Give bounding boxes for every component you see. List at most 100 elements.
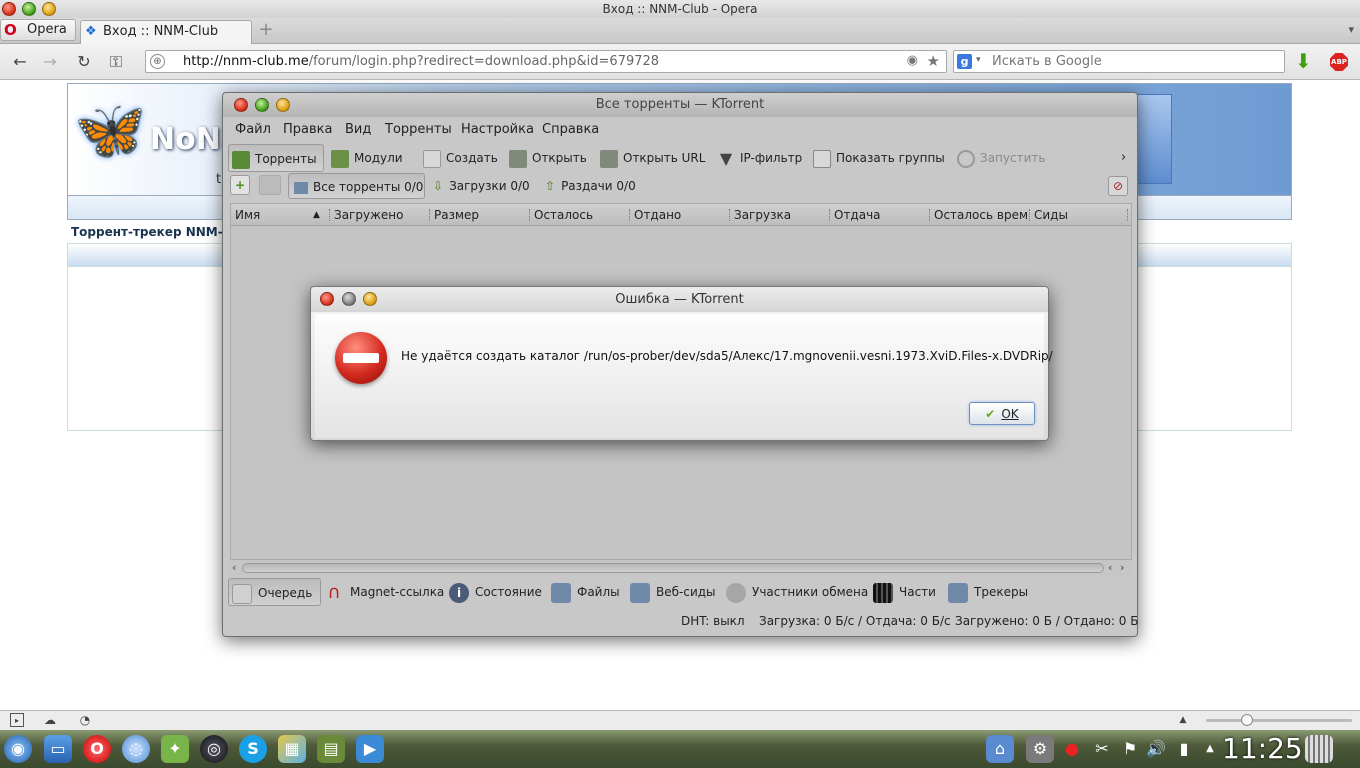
remove-group-button[interactable]: [259, 175, 281, 195]
dialog-close-button[interactable]: [320, 292, 334, 306]
scroll-left-icon[interactable]: ‹: [1108, 561, 1112, 574]
dialog-maximize-button[interactable]: [342, 292, 356, 306]
group-seeds[interactable]: ⇧ Раздачи 0/0: [545, 173, 636, 199]
dialog-minimize-button[interactable]: [363, 292, 377, 306]
home-folder-icon[interactable]: ⌂: [986, 735, 1014, 763]
browser-toolbar: ← → ↻ ⚿ ⊕ http://nnm-club.me/forum/login…: [0, 44, 1360, 80]
android-icon[interactable]: ✦: [161, 735, 189, 763]
group-downloads[interactable]: ⇩ Загрузки 0/0: [433, 173, 530, 199]
video-editor-icon[interactable]: ▤: [317, 735, 345, 763]
search-box[interactable]: g ▾: [953, 50, 1285, 73]
clock[interactable]: 11:25: [1222, 732, 1303, 766]
download-arrow-icon[interactable]: ⬇: [1295, 51, 1312, 71]
kt-minimize-button[interactable]: [276, 98, 290, 112]
media-player-icon[interactable]: ▶: [356, 735, 384, 763]
tab-webseeds[interactable]: Веб-сиды: [630, 578, 716, 606]
tray-expand-icon[interactable]: ▲: [1196, 735, 1224, 763]
tab-list-chevron-icon[interactable]: ▾: [1348, 23, 1354, 36]
menu-file[interactable]: Файл: [235, 122, 271, 137]
file-manager-icon[interactable]: ▭: [44, 735, 72, 763]
start-menu-icon[interactable]: ◉: [4, 735, 32, 763]
forward-button[interactable]: →: [40, 52, 60, 72]
col-up-speed[interactable]: Отдача: [830, 204, 926, 226]
maximize-window-button[interactable]: [22, 2, 36, 16]
zoom-up-icon[interactable]: ▲: [1176, 713, 1190, 727]
url-text[interactable]: http://nnm-club.me/forum/login.php?redir…: [183, 51, 659, 72]
search-input[interactable]: [992, 52, 1272, 71]
camera-lens-icon[interactable]: ◎: [200, 735, 228, 763]
battery-icon[interactable]: ▮: [1170, 735, 1198, 763]
tab-magnet[interactable]: ∩ Magnet-ссылка: [324, 578, 444, 606]
modules-button[interactable]: Модули: [331, 144, 403, 172]
opera-taskbar-icon[interactable]: O: [83, 735, 111, 763]
open-url-button[interactable]: Открыть URL: [600, 144, 705, 172]
bookmark-star-icon[interactable]: ★: [927, 52, 940, 70]
menu-edit[interactable]: Правка: [283, 122, 332, 137]
add-group-button[interactable]: +: [230, 175, 250, 195]
google-icon[interactable]: g: [957, 54, 972, 69]
office-apps-icon[interactable]: ▦: [278, 735, 306, 763]
tab-nnm-club[interactable]: ❖ Вход :: NNM-Club: [80, 20, 252, 44]
show-desktop-icon[interactable]: [1305, 735, 1333, 763]
menu-view[interactable]: Вид: [345, 122, 371, 137]
create-button[interactable]: Создать: [423, 144, 498, 172]
col-down-speed[interactable]: Загрузка: [730, 204, 826, 226]
col-seeders[interactable]: Сиды: [1030, 204, 1126, 226]
rss-icon[interactable]: ◉: [907, 53, 918, 68]
key-icon[interactable]: ⚿: [106, 52, 126, 72]
opera-menu-button[interactable]: O Opera: [0, 19, 76, 41]
menu-settings[interactable]: Настройка: [461, 122, 534, 137]
col-uploaded[interactable]: Отдано: [630, 204, 726, 226]
network-tray-icon[interactable]: ⚙: [1026, 735, 1054, 763]
ok-button[interactable]: ✔ OK: [969, 402, 1035, 425]
menu-help[interactable]: Справка: [542, 122, 599, 137]
menu-torrents[interactable]: Торренты: [385, 122, 452, 137]
torrents-button[interactable]: Торренты: [228, 144, 324, 172]
browser-taskbar-icon[interactable]: ◌: [122, 735, 150, 763]
ip-filter-button[interactable]: ▼ IP-фильтр: [717, 144, 802, 172]
tab-status[interactable]: i Состояние: [449, 578, 542, 606]
zoom-slider-handle[interactable]: [1241, 714, 1253, 726]
col-size[interactable]: Размер: [430, 204, 526, 226]
tab-chunks[interactable]: Части: [873, 578, 936, 606]
tab-peers[interactable]: Участники обмена: [726, 578, 868, 606]
tab-files[interactable]: Файлы: [551, 578, 620, 606]
back-button[interactable]: ←: [10, 52, 30, 72]
scroll-right-icon[interactable]: ›: [1120, 561, 1124, 574]
scroll-left-icon[interactable]: ‹: [232, 561, 236, 574]
group-all-torrents[interactable]: Все торренты 0/0: [288, 173, 425, 199]
skype-icon[interactable]: S: [239, 735, 267, 763]
tab-queue[interactable]: Очередь: [228, 578, 322, 606]
col-name[interactable]: Имя ▲: [231, 204, 327, 226]
address-bar[interactable]: ⊕ http://nnm-club.me/forum/login.php?red…: [145, 50, 947, 73]
horizontal-scrollbar[interactable]: ‹ ‹ ›: [230, 560, 1132, 576]
show-groups-button[interactable]: Показать группы: [813, 144, 945, 172]
start-button[interactable]: Запустить: [957, 144, 1045, 172]
new-tab-button[interactable]: +: [257, 21, 275, 40]
site-info-icon[interactable]: ⊕: [150, 54, 165, 69]
zoom-slider[interactable]: [1206, 719, 1352, 722]
us-flag-keyboard-icon[interactable]: ⚑: [1116, 735, 1144, 763]
col-time-left[interactable]: Осталось време: [930, 204, 1028, 226]
tab-trackers[interactable]: Трекеры: [948, 578, 1028, 606]
volume-icon[interactable]: 🔊: [1142, 735, 1170, 763]
adblock-icon[interactable]: ABP: [1330, 53, 1348, 71]
cloud-icon[interactable]: ☁: [43, 713, 57, 727]
kt-close-button[interactable]: [234, 98, 248, 112]
search-engine-chevron-icon[interactable]: ▾: [976, 55, 981, 65]
speedometer-icon[interactable]: ◔: [78, 713, 92, 727]
kt-maximize-button[interactable]: [255, 98, 269, 112]
reload-button[interactable]: ↻: [74, 52, 94, 72]
col-left[interactable]: Осталось: [530, 204, 626, 226]
minimize-window-button[interactable]: [42, 2, 56, 16]
start-label: Запустить: [980, 151, 1046, 165]
close-window-button[interactable]: [2, 2, 16, 16]
clipboard-scissors-icon[interactable]: ✂: [1088, 735, 1116, 763]
open-button[interactable]: Открыть: [509, 144, 587, 172]
col-downloaded[interactable]: Загружено: [330, 204, 426, 226]
opera-tray-icon[interactable]: ●: [1058, 735, 1086, 763]
toolbar-overflow-button[interactable]: ›: [1121, 144, 1126, 172]
panel-toggle-icon[interactable]: ▸: [10, 713, 24, 727]
scrollbar-thumb[interactable]: [242, 563, 1104, 573]
close-group-tab-button[interactable]: ⊘: [1108, 176, 1128, 196]
